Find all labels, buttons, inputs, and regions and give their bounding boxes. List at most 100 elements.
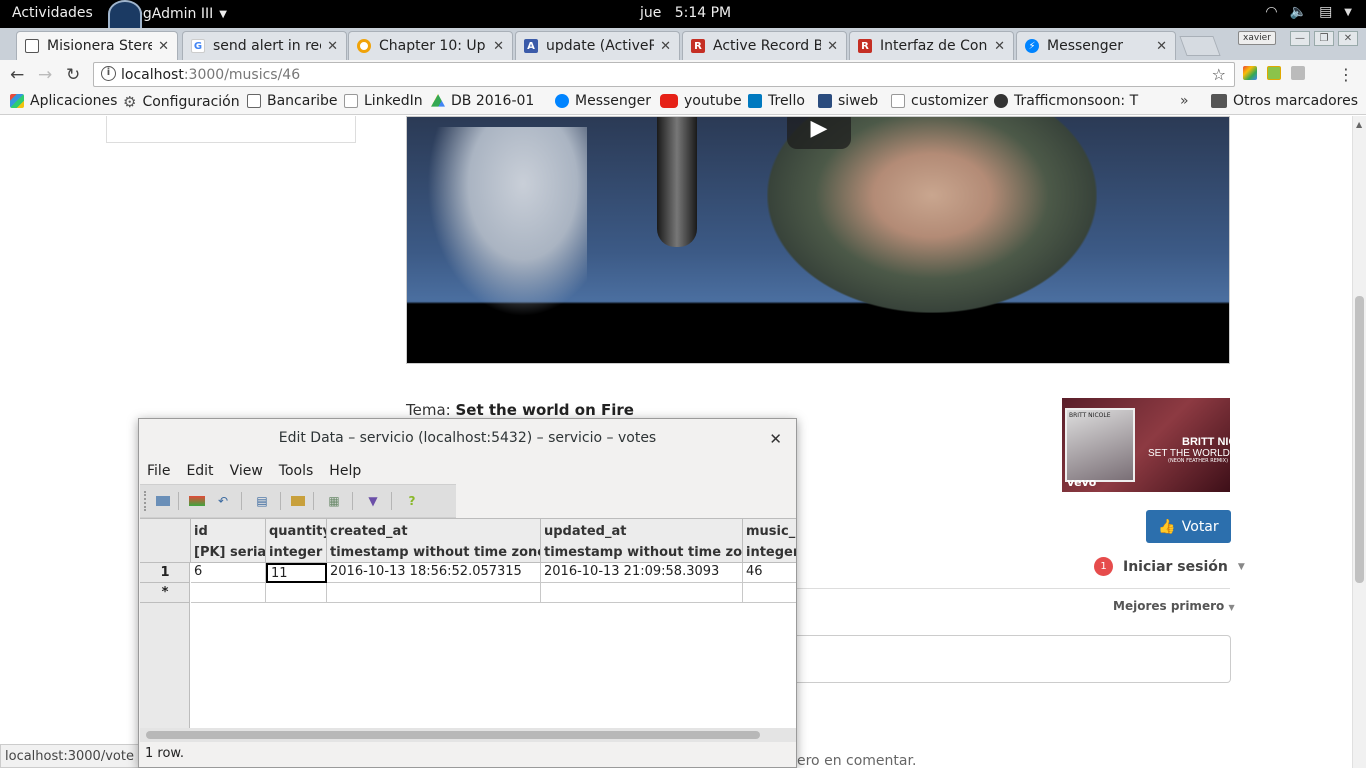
a-icon: A bbox=[524, 39, 538, 53]
paste-icon[interactable] bbox=[291, 496, 305, 506]
login-menu[interactable]: 1 Iniciar sesión ▼ bbox=[1094, 557, 1245, 576]
bookmark-aplicaciones[interactable]: Aplicaciones bbox=[10, 93, 117, 109]
tab-active-record[interactable]: R Active Record B ✕ bbox=[682, 31, 847, 60]
tab-interfaz[interactable]: R Interfaz de Con ✕ bbox=[849, 31, 1014, 60]
extension-icons bbox=[1243, 66, 1305, 80]
column-header-quantity[interactable]: quantity integer bbox=[266, 519, 327, 563]
bookmark-siweb[interactable]: siweb bbox=[818, 93, 878, 109]
app-menu[interactable]: pgAdmin III ▼ bbox=[108, 0, 227, 28]
dialog-toolbar: ↶ ▤ ▦ ▼ ? bbox=[140, 484, 456, 518]
menu-help[interactable]: Help bbox=[321, 459, 369, 484]
video-player[interactable]: ▶ bbox=[406, 116, 1230, 364]
close-icon[interactable]: ✕ bbox=[158, 39, 169, 54]
cell-created-at[interactable]: 2016-10-13 18:56:52.057315 bbox=[327, 563, 541, 583]
tab-misionera[interactable]: Misionera Stere ✕ bbox=[16, 31, 178, 60]
menu-edit[interactable]: Edit bbox=[178, 459, 221, 484]
app-menu-label: pgAdmin III bbox=[134, 6, 214, 22]
bookmark-youtube[interactable]: youtube bbox=[660, 93, 742, 109]
scrollbar-thumb[interactable] bbox=[1355, 296, 1364, 583]
new-row-cell[interactable] bbox=[743, 583, 796, 603]
new-row-cell[interactable] bbox=[191, 583, 266, 603]
close-icon[interactable]: ✕ bbox=[493, 39, 504, 54]
close-icon[interactable]: ✕ bbox=[1156, 39, 1167, 54]
reload-icon[interactable]: ↻ bbox=[66, 65, 80, 85]
orange-circle-icon bbox=[357, 39, 371, 53]
close-icon[interactable]: ✕ bbox=[827, 39, 838, 54]
close-icon[interactable]: ✕ bbox=[660, 39, 671, 54]
tab-send-alert[interactable]: G send alert in rec ✕ bbox=[182, 31, 347, 60]
grid-corner[interactable] bbox=[140, 519, 191, 563]
page-icon bbox=[891, 94, 905, 108]
cell-music-id[interactable]: 46 bbox=[743, 563, 796, 583]
menu-view[interactable]: View bbox=[222, 459, 271, 484]
maximize-icon[interactable]: ❐ bbox=[1314, 31, 1334, 46]
sort-dropdown[interactable]: Mejores primero ▼ bbox=[1113, 599, 1235, 613]
comment-input[interactable] bbox=[797, 635, 1231, 683]
bookmark-star-icon[interactable]: ☆ bbox=[1212, 65, 1226, 84]
forward-arrow-icon[interactable]: → bbox=[38, 65, 52, 85]
cell-id[interactable]: 6 bbox=[191, 563, 266, 583]
activities-button[interactable]: Actividades bbox=[12, 5, 93, 21]
menu-tools[interactable]: Tools bbox=[271, 459, 322, 484]
address-bar[interactable]: i localhost:3000/musics/46 ☆ bbox=[93, 62, 1235, 87]
column-header-music-id[interactable]: music_i integer bbox=[743, 519, 796, 563]
save-icon[interactable] bbox=[156, 496, 170, 506]
bookmark-trello[interactable]: Trello bbox=[748, 93, 805, 109]
profile-badge[interactable]: xavier bbox=[1238, 31, 1276, 45]
back-arrow-icon[interactable]: ← bbox=[10, 65, 24, 85]
bookmark-db-2016[interactable]: DB 2016-01 bbox=[431, 93, 534, 109]
address-url[interactable]: localhost:3000/musics/46 bbox=[121, 67, 300, 83]
new-row-cell[interactable] bbox=[327, 583, 541, 603]
new-row-cell[interactable] bbox=[266, 583, 327, 603]
clipboard-icon: ▤ bbox=[1319, 4, 1333, 20]
close-icon[interactable]: ✕ bbox=[327, 39, 338, 54]
info-icon[interactable]: i bbox=[101, 66, 116, 81]
system-tray[interactable]: ◠ 🔈 ▤ ▼ bbox=[1265, 4, 1352, 20]
column-header-id[interactable]: id [PK] serial bbox=[191, 519, 266, 563]
kebab-menu-icon[interactable]: ⋮ bbox=[1338, 65, 1354, 84]
help-icon[interactable]: ? bbox=[402, 492, 422, 510]
page-icon bbox=[25, 39, 39, 53]
grid-horizontal-scrollbar[interactable] bbox=[140, 728, 796, 742]
row-number[interactable]: 1 bbox=[140, 563, 190, 583]
page-scrollbar[interactable]: ▲ bbox=[1352, 116, 1366, 768]
play-icon[interactable]: ▶ bbox=[787, 117, 851, 149]
tab-chapter-10[interactable]: Chapter 10: Up ✕ bbox=[348, 31, 513, 60]
bookmark-messenger[interactable]: Messenger bbox=[555, 93, 651, 109]
column-header-created-at[interactable]: created_at timestamp without time zone bbox=[327, 519, 541, 563]
scroll-up-icon[interactable]: ▲ bbox=[1356, 120, 1362, 129]
bookmark-configuracion[interactable]: ⚙ Configuración bbox=[123, 93, 240, 111]
cell-updated-at[interactable]: 2016-10-13 21:09:58.3093 bbox=[541, 563, 743, 583]
menu-file[interactable]: File bbox=[139, 459, 178, 484]
window-close-icon[interactable]: ✕ bbox=[1338, 31, 1358, 46]
close-icon[interactable]: ✕ bbox=[769, 430, 782, 448]
delete-icon[interactable]: ▦ bbox=[324, 492, 344, 510]
scrollbar-thumb[interactable] bbox=[146, 731, 760, 739]
bookmark-bancaribe[interactable]: Bancaribe bbox=[247, 93, 337, 109]
column-header-updated-at[interactable]: updated_at timestamp without time zone bbox=[541, 519, 743, 563]
cell-quantity-editing[interactable]: 11 bbox=[266, 563, 327, 583]
video-thumbnail[interactable]: BRITT NICOLE BRITT NICOLE SET THE WORLD … bbox=[1062, 398, 1230, 492]
minimize-icon[interactable]: — bbox=[1290, 31, 1310, 46]
bookmarks-overflow-button[interactable]: » bbox=[1180, 93, 1189, 109]
refresh-icon[interactable] bbox=[189, 496, 205, 506]
close-icon[interactable]: ✕ bbox=[994, 39, 1005, 54]
undo-icon[interactable]: ↶ bbox=[213, 492, 233, 510]
bookmark-linkedin[interactable]: LinkedIn bbox=[344, 93, 423, 109]
vevo-logo: vevo bbox=[1067, 476, 1097, 489]
copy-icon[interactable]: ▤ bbox=[252, 492, 272, 510]
extension-icon[interactable] bbox=[1267, 66, 1281, 80]
tab-update-activerecord[interactable]: A update (ActiveR ✕ bbox=[515, 31, 680, 60]
bookmark-trafficmonsoon[interactable]: Trafficmonsoon: T bbox=[994, 93, 1138, 109]
extension-icon[interactable] bbox=[1291, 66, 1305, 80]
tab-messenger[interactable]: ⚡ Messenger ✕ bbox=[1016, 31, 1176, 60]
extension-icon[interactable] bbox=[1243, 66, 1257, 80]
other-bookmarks-folder[interactable]: Otros marcadores bbox=[1211, 93, 1358, 109]
clock[interactable]: jue 5:14 PM bbox=[640, 5, 731, 21]
new-tab-button[interactable] bbox=[1179, 36, 1221, 56]
vote-button[interactable]: 👍 Votar bbox=[1146, 510, 1231, 543]
bookmark-customizer[interactable]: customizer bbox=[891, 93, 988, 109]
filter-icon[interactable]: ▼ bbox=[363, 492, 383, 510]
new-row-cell[interactable] bbox=[541, 583, 743, 603]
new-row-marker[interactable]: * bbox=[140, 583, 190, 603]
